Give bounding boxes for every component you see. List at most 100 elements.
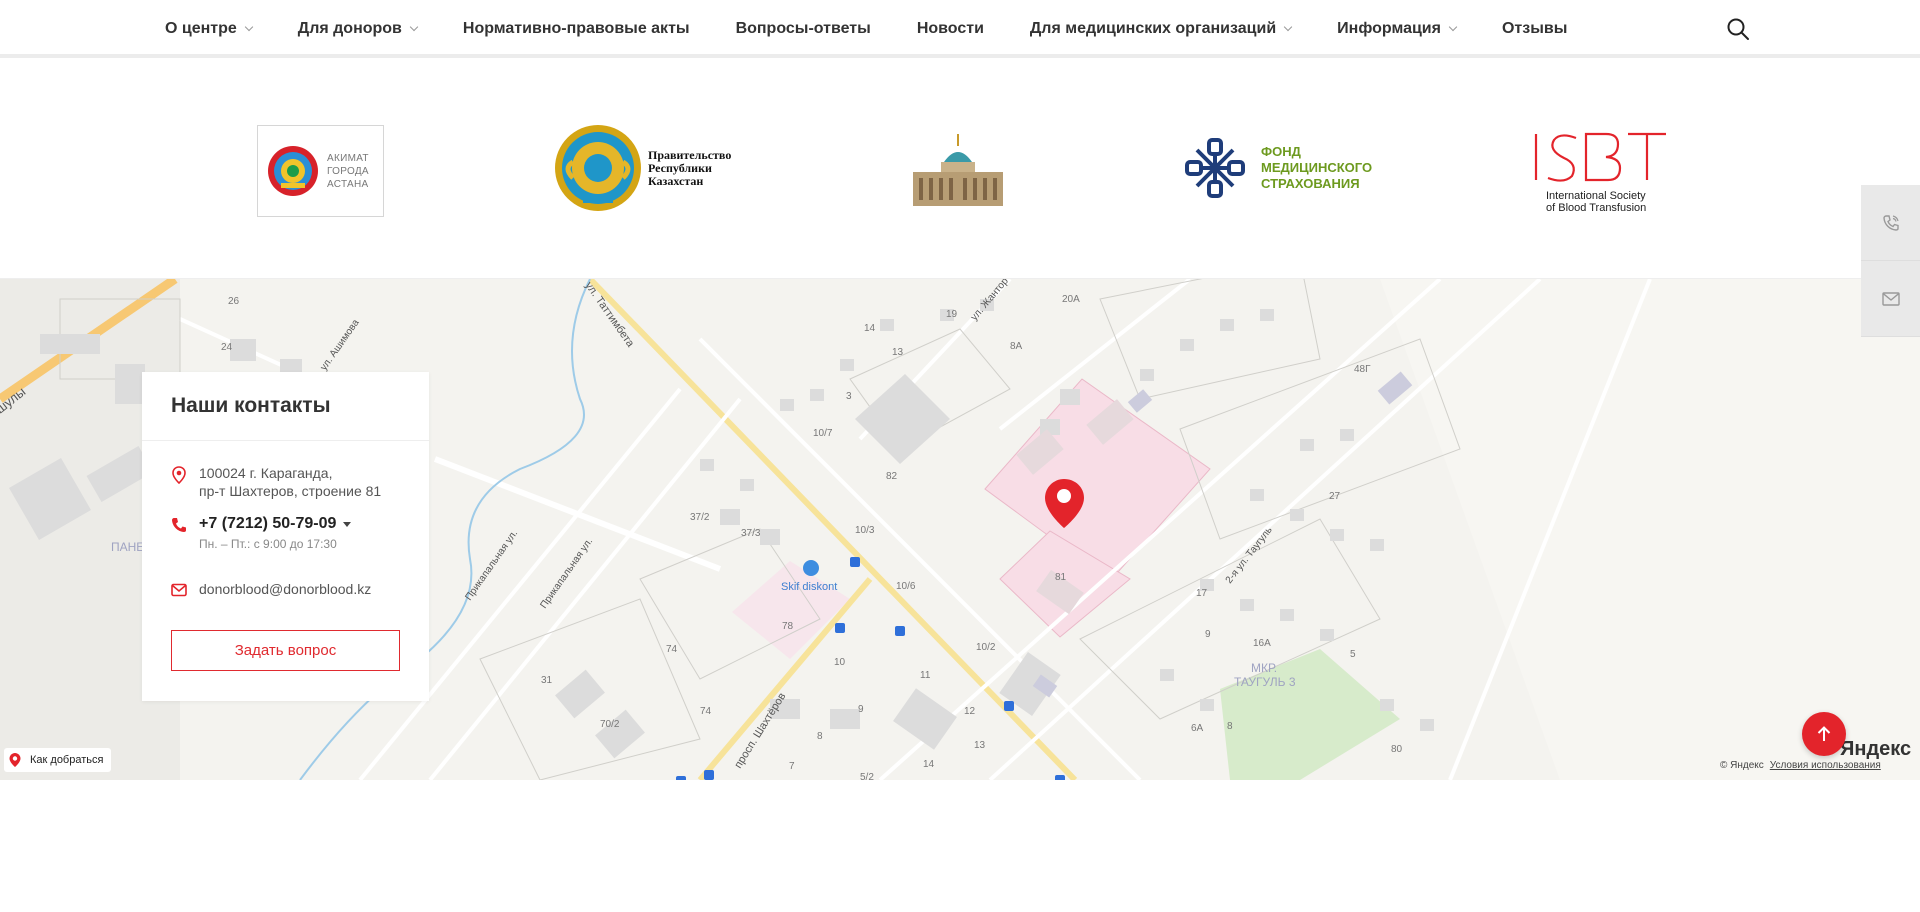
isbt-mark-icon xyxy=(1534,132,1666,182)
nav-item-news[interactable]: Новости xyxy=(917,20,984,38)
nav-item-medical-orgs[interactable]: Для медицинских организаций xyxy=(1029,20,1293,38)
map-label: 78 xyxy=(782,621,794,632)
envelope-icon xyxy=(1881,291,1900,306)
nav-menu: О центре Для доноров Нормативно-правовые… xyxy=(165,0,1613,58)
ask-question-button[interactable]: Задать вопрос xyxy=(171,630,400,671)
phone-number[interactable]: +7 (7212) 50-79-09 xyxy=(199,515,336,533)
terms-link[interactable]: Условия использования xyxy=(1770,760,1881,771)
copyright-text: © Яндекс xyxy=(1720,760,1764,771)
partners-strip: АКИМАТ ГОРОДА АСТАНА Правительство Респу… xyxy=(0,62,1920,279)
map-label: 37/3 xyxy=(741,528,761,539)
map-label: 10/6 xyxy=(896,581,916,592)
map-label: 12 xyxy=(964,706,976,717)
email-link[interactable]: donorblood@donorblood.kz xyxy=(199,581,371,597)
government-logo-text: Правительство Республики Казахстан xyxy=(648,147,732,188)
callback-button[interactable] xyxy=(1861,185,1920,261)
akimat-logo[interactable]: АКИМАТ ГОРОДА АСТАНА xyxy=(257,125,384,217)
nav-item-label: Для медицинских организаций xyxy=(1029,20,1277,37)
mail-icon xyxy=(171,583,187,597)
kazakhstan-emblem-icon xyxy=(555,125,641,211)
fond-logo-text: ФОНД МЕДИЦИНСКОГО СТРАХОВАНИЯ xyxy=(1261,144,1373,191)
government-logo[interactable]: Правительство Республики Казахстан xyxy=(553,122,731,214)
chevron-down-icon xyxy=(244,22,254,32)
map-label: 80 xyxy=(1391,744,1403,755)
yandex-map[interactable]: 26 24 19 20А 14 13 8А 3 10/7 82 37/2 37/… xyxy=(0,279,1920,780)
akorda-building-icon xyxy=(913,134,1003,206)
chevron-down-icon xyxy=(409,22,419,32)
yandex-logo[interactable]: Яндекс xyxy=(1840,738,1911,761)
map-label: 70/2 xyxy=(600,719,620,730)
nav-item-label: Новости xyxy=(916,20,984,37)
map-label: 10/2 xyxy=(976,642,996,653)
scroll-top-button[interactable] xyxy=(1802,712,1846,756)
map-label: 17 xyxy=(1196,588,1208,599)
map-label: 3 xyxy=(846,391,852,402)
top-navigation: О центре Для доноров Нормативно-правовые… xyxy=(0,0,1920,58)
shop-label: Skif diskont xyxy=(781,581,837,593)
district-label: МКР. xyxy=(1251,661,1277,675)
akimat-emblem-icon xyxy=(268,146,318,196)
map-label: 9 xyxy=(858,704,864,715)
map-label: 5 xyxy=(1350,649,1356,660)
phone-call-icon xyxy=(1882,214,1899,231)
arrow-up-icon xyxy=(1817,726,1831,741)
map-label: 14 xyxy=(864,323,876,334)
street-label: ул. Ашимова xyxy=(318,317,361,373)
address-line2: пр-т Шахтеров, строение 81 xyxy=(199,483,382,499)
map-label: 82 xyxy=(886,471,898,482)
map-label: 11 xyxy=(920,670,931,681)
map-label: 8 xyxy=(1227,721,1233,732)
route-button[interactable]: Как добраться xyxy=(4,748,112,772)
isbt-logo[interactable]: International Society of Blood Transfusi… xyxy=(1530,130,1670,214)
divider xyxy=(142,440,429,441)
map-label: 20А xyxy=(1062,294,1080,305)
map-label: 81 xyxy=(1055,572,1067,583)
side-widgets xyxy=(1861,185,1920,337)
address-item: 100024 г. Караганда, пр-т Шахтеров, стро… xyxy=(171,464,381,500)
phone-item: +7 (7212) 50-79-09 Пн. – Пт.: с 9:00 до … xyxy=(171,515,352,551)
nav-item-legal-acts[interactable]: Нормативно-правовые акты xyxy=(463,20,690,38)
nav-item-donors[interactable]: Для доноров xyxy=(297,20,419,38)
akorda-logo[interactable] xyxy=(911,134,1005,208)
map-label: 13 xyxy=(974,740,986,751)
map-label: 48Г xyxy=(1354,364,1371,375)
chevron-down-icon xyxy=(1448,22,1458,32)
fond-snowflake-icon xyxy=(1185,138,1245,198)
phone-icon xyxy=(172,518,186,532)
map-label: 27 xyxy=(1329,491,1341,502)
location-icon xyxy=(172,466,186,484)
map-label: 10 xyxy=(834,657,846,668)
map-label: 10/3 xyxy=(855,525,875,536)
isbt-logo-text: International Society of Blood Transfusi… xyxy=(1546,190,1647,214)
nav-item-label: Нормативно-правовые акты xyxy=(462,20,690,37)
map-label: 8 xyxy=(817,731,823,742)
nav-item-faq[interactable]: Вопросы-ответы xyxy=(736,20,871,38)
map-attribution: © Яндекс Условия использования xyxy=(1720,760,1881,771)
map-label: 74 xyxy=(700,706,712,717)
nav-item-about[interactable]: О центре xyxy=(165,20,254,38)
fond-logo[interactable]: ФОНД МЕДИЦИНСКОГО СТРАХОВАНИЯ xyxy=(1185,138,1372,198)
district-label: ТАУГУЛЬ 3 xyxy=(1234,675,1296,689)
email-item: donorblood@donorblood.kz xyxy=(171,581,371,597)
message-button[interactable] xyxy=(1861,261,1920,337)
contacts-title: Наши контакты xyxy=(171,394,331,417)
nav-item-information[interactable]: Информация xyxy=(1337,20,1458,38)
nav-item-reviews[interactable]: Отзывы xyxy=(1502,20,1567,38)
map-label: 16А xyxy=(1253,638,1271,649)
map-label: 6А xyxy=(1191,723,1204,734)
address-line1: 100024 г. Караганда, xyxy=(199,465,333,481)
search-icon[interactable] xyxy=(1726,17,1750,41)
route-label: Как добраться xyxy=(30,754,104,766)
map-label: 26 xyxy=(228,296,240,307)
contacts-card: Наши контакты 100024 г. Караганда, пр-т … xyxy=(142,372,429,701)
caret-down-icon[interactable] xyxy=(343,521,352,527)
map-label: 37/2 xyxy=(690,512,710,523)
street-label: ул. Жантор xyxy=(969,279,1011,323)
district-label: ПАНЕ xyxy=(111,540,144,554)
map-label: 8А xyxy=(1010,341,1023,352)
akimat-logo-text: АКИМАТ ГОРОДА АСТАНА xyxy=(327,152,369,190)
map-label: 14 xyxy=(923,759,935,770)
nav-item-label: Вопросы-ответы xyxy=(735,20,871,37)
map-label: 9 xyxy=(1205,629,1211,640)
nav-item-label: Для доноров xyxy=(297,20,402,37)
